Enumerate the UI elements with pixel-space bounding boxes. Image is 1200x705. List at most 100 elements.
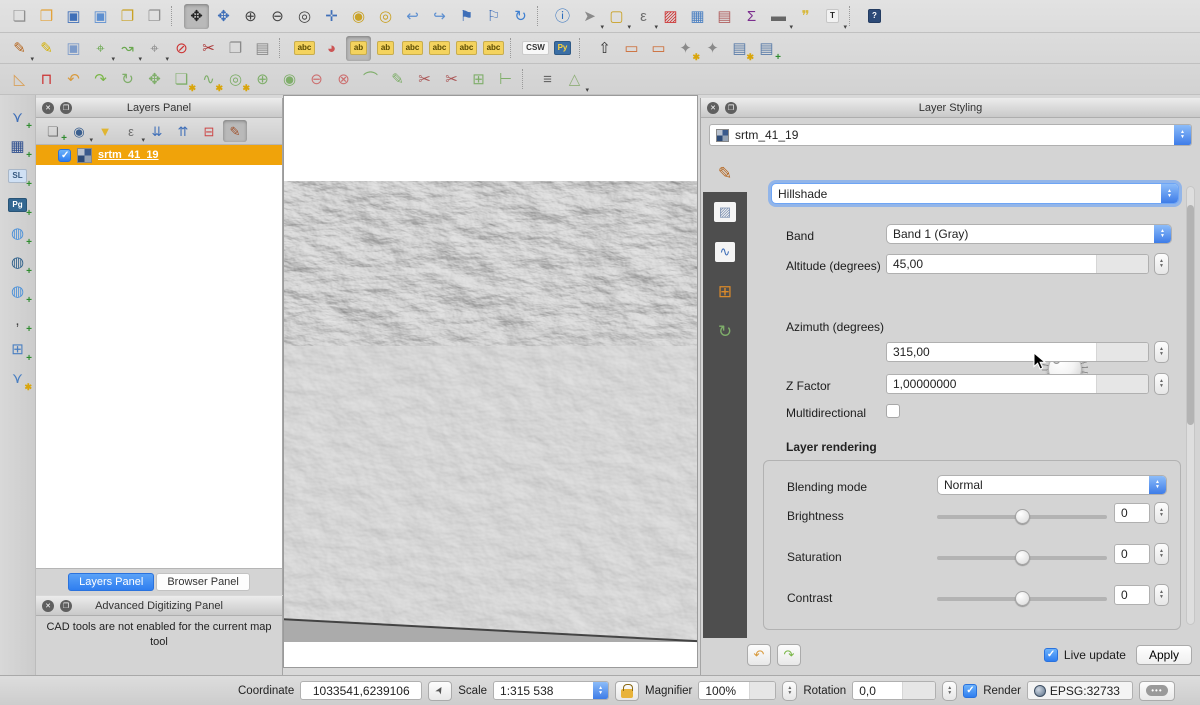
select-features[interactable]: ▢▾ <box>604 4 629 29</box>
chevron-updown-icon[interactable] <box>1161 184 1178 203</box>
add-ring[interactable]: ◎✱ <box>223 67 248 92</box>
merge-features[interactable]: ⊞ <box>466 67 491 92</box>
styling-scrollbar[interactable] <box>1186 186 1195 625</box>
add-spatialite-layer[interactable]: SL+ <box>5 163 30 188</box>
pan-to-selection[interactable]: ✥ <box>211 4 236 29</box>
map-canvas[interactable] <box>283 95 698 668</box>
add-part[interactable]: ⊕ <box>250 67 275 92</box>
split-parts[interactable]: ✂ <box>439 67 464 92</box>
reshape-features[interactable]: ✎ <box>385 67 410 92</box>
slider-track[interactable] <box>937 515 1107 519</box>
trim-extend[interactable]: ⊢ <box>493 67 518 92</box>
rotation-spinbox[interactable]: 0,0 <box>852 681 936 700</box>
coordinate-capture-button[interactable]: ➤ <box>428 681 452 701</box>
current-edits[interactable]: ✎▾ <box>7 36 32 61</box>
add-delimited-text-layer[interactable]: ,+ <box>5 308 30 333</box>
help[interactable]: ? <box>862 4 887 29</box>
rotation-stepper[interactable] <box>942 681 957 701</box>
close-icon[interactable]: ✕ <box>42 102 54 114</box>
undo[interactable]: ↶ <box>61 67 86 92</box>
style-redo-button[interactable]: ↷ <box>777 644 801 666</box>
pan-map[interactable]: ✥ <box>184 4 209 29</box>
add-wcs-layer[interactable]: ◍+ <box>5 250 30 275</box>
open-attribute-table[interactable]: ▦ <box>685 4 710 29</box>
metadata-tools[interactable]: ▤✱ <box>727 36 752 61</box>
add-postgis-layer[interactable]: Pg+ <box>5 192 30 217</box>
scale-combo[interactable]: 1:315 538 <box>493 681 609 700</box>
fill-ring[interactable]: ◉ <box>277 67 302 92</box>
saturation[interactable]: Saturation 0 <box>764 542 1180 583</box>
move-feature[interactable]: ✥ <box>142 67 167 92</box>
vertex-marker[interactable]: △▾ <box>562 67 587 92</box>
zoom-to-layer[interactable]: ◎ <box>373 4 398 29</box>
copy-move-feature[interactable]: ❏✱ <box>169 67 194 92</box>
open-layer-styling-dock[interactable]: ✎ <box>223 120 247 142</box>
save-project[interactable]: ▣ <box>61 4 86 29</box>
chevron-updown-icon[interactable] <box>1174 125 1191 145</box>
topology-checker[interactable]: ✦✱ <box>673 36 698 61</box>
delete-part[interactable]: ⊗ <box>331 67 356 92</box>
scrollbar-thumb[interactable] <box>1187 205 1194 425</box>
band-combo[interactable]: Band 1 (Gray) <box>886 224 1172 244</box>
new-project[interactable]: ❏ <box>7 4 32 29</box>
apply-button[interactable]: Apply <box>1136 645 1192 665</box>
chevron-down-icon[interactable] <box>593 682 608 699</box>
slider-stepper[interactable] <box>1154 543 1169 565</box>
zoom-next[interactable]: ↪ <box>427 4 452 29</box>
simplify-feature[interactable]: ∿✱ <box>196 67 221 92</box>
tab-history[interactable]: ↻ <box>703 312 747 352</box>
brightness[interactable]: Brightness 0 <box>764 501 1180 542</box>
csw-metasearch[interactable]: CSW <box>523 36 548 61</box>
collapse-all[interactable]: ⇈ <box>171 120 195 142</box>
add-group[interactable]: ❏+ <box>41 120 65 142</box>
add-wfs-layer[interactable]: ◍+ <box>5 279 30 304</box>
tab-transparency[interactable]: ▨ <box>703 192 747 232</box>
azimuth-spinbox[interactable]: 315,00 <box>886 342 1149 362</box>
layout-manager[interactable]: ❐ <box>142 4 167 29</box>
toggle-editing[interactable]: ✎ <box>34 36 59 61</box>
digitize-with-curve[interactable]: ↝▾ <box>115 36 140 61</box>
blending-combo[interactable]: Normal <box>937 475 1167 495</box>
add-feature[interactable]: ⌖▾ <box>88 36 113 61</box>
slider-track[interactable] <box>937 556 1107 560</box>
map-tips[interactable]: ❞ <box>793 4 818 29</box>
live-update-checkbox[interactable] <box>1044 648 1058 662</box>
close-icon[interactable]: ✕ <box>42 600 54 612</box>
style-undo-button[interactable]: ↶ <box>747 644 771 666</box>
slider-thumb[interactable] <box>1015 550 1030 565</box>
magnifier-spinbox[interactable]: 100% <box>698 681 776 700</box>
slider-thumb[interactable] <box>1015 591 1030 606</box>
cut-features[interactable]: ✂ <box>196 36 221 61</box>
azimuth-stepper[interactable] <box>1154 341 1169 363</box>
tab-layers-panel[interactable]: Layers Panel <box>68 573 154 591</box>
spinbox-slider-segment[interactable] <box>1096 375 1148 393</box>
delete-ring[interactable]: ⊖ <box>304 67 329 92</box>
save-project-as[interactable]: ▣ <box>88 4 113 29</box>
metadata-editor[interactable]: ▤+ <box>754 36 779 61</box>
contrast[interactable]: Contrast 0 <box>764 583 1180 624</box>
cad-tools[interactable]: ◺ <box>7 67 32 92</box>
measure[interactable]: ▬▾ <box>766 4 791 29</box>
pin-labels[interactable]: ab <box>346 36 371 61</box>
copy-features[interactable]: ❐ <box>223 36 248 61</box>
rotate-label[interactable]: abc <box>454 36 479 61</box>
spinbox-slider-segment[interactable] <box>749 682 776 699</box>
show-hide-labels[interactable]: abc <box>400 36 425 61</box>
zoom-full[interactable]: ✛ <box>319 4 344 29</box>
layer-diagram[interactable]: ◕ <box>319 36 344 61</box>
deselect-all[interactable]: ▨ <box>658 4 683 29</box>
add-vector-layer[interactable]: ⋎+ <box>5 105 30 130</box>
open-project[interactable]: ❒ <box>34 4 59 29</box>
python-console[interactable]: Py <box>550 36 575 61</box>
zoom-in[interactable]: ⊕ <box>238 4 263 29</box>
highlight-pinned-labels[interactable]: ab <box>373 36 398 61</box>
manage-map-themes[interactable]: ◉▾ <box>67 120 91 142</box>
text-annotation[interactable]: T▾ <box>820 4 845 29</box>
crs-button[interactable]: EPSG:32733 <box>1027 681 1133 700</box>
chevron-updown-icon[interactable] <box>1154 225 1171 243</box>
zoom-out[interactable]: ⊖ <box>265 4 290 29</box>
slider-stepper[interactable] <box>1154 584 1169 606</box>
paste-features[interactable]: ▤ <box>250 36 275 61</box>
layer-visibility-checkbox[interactable] <box>58 149 71 162</box>
chevron-updown-icon[interactable] <box>1149 476 1166 494</box>
